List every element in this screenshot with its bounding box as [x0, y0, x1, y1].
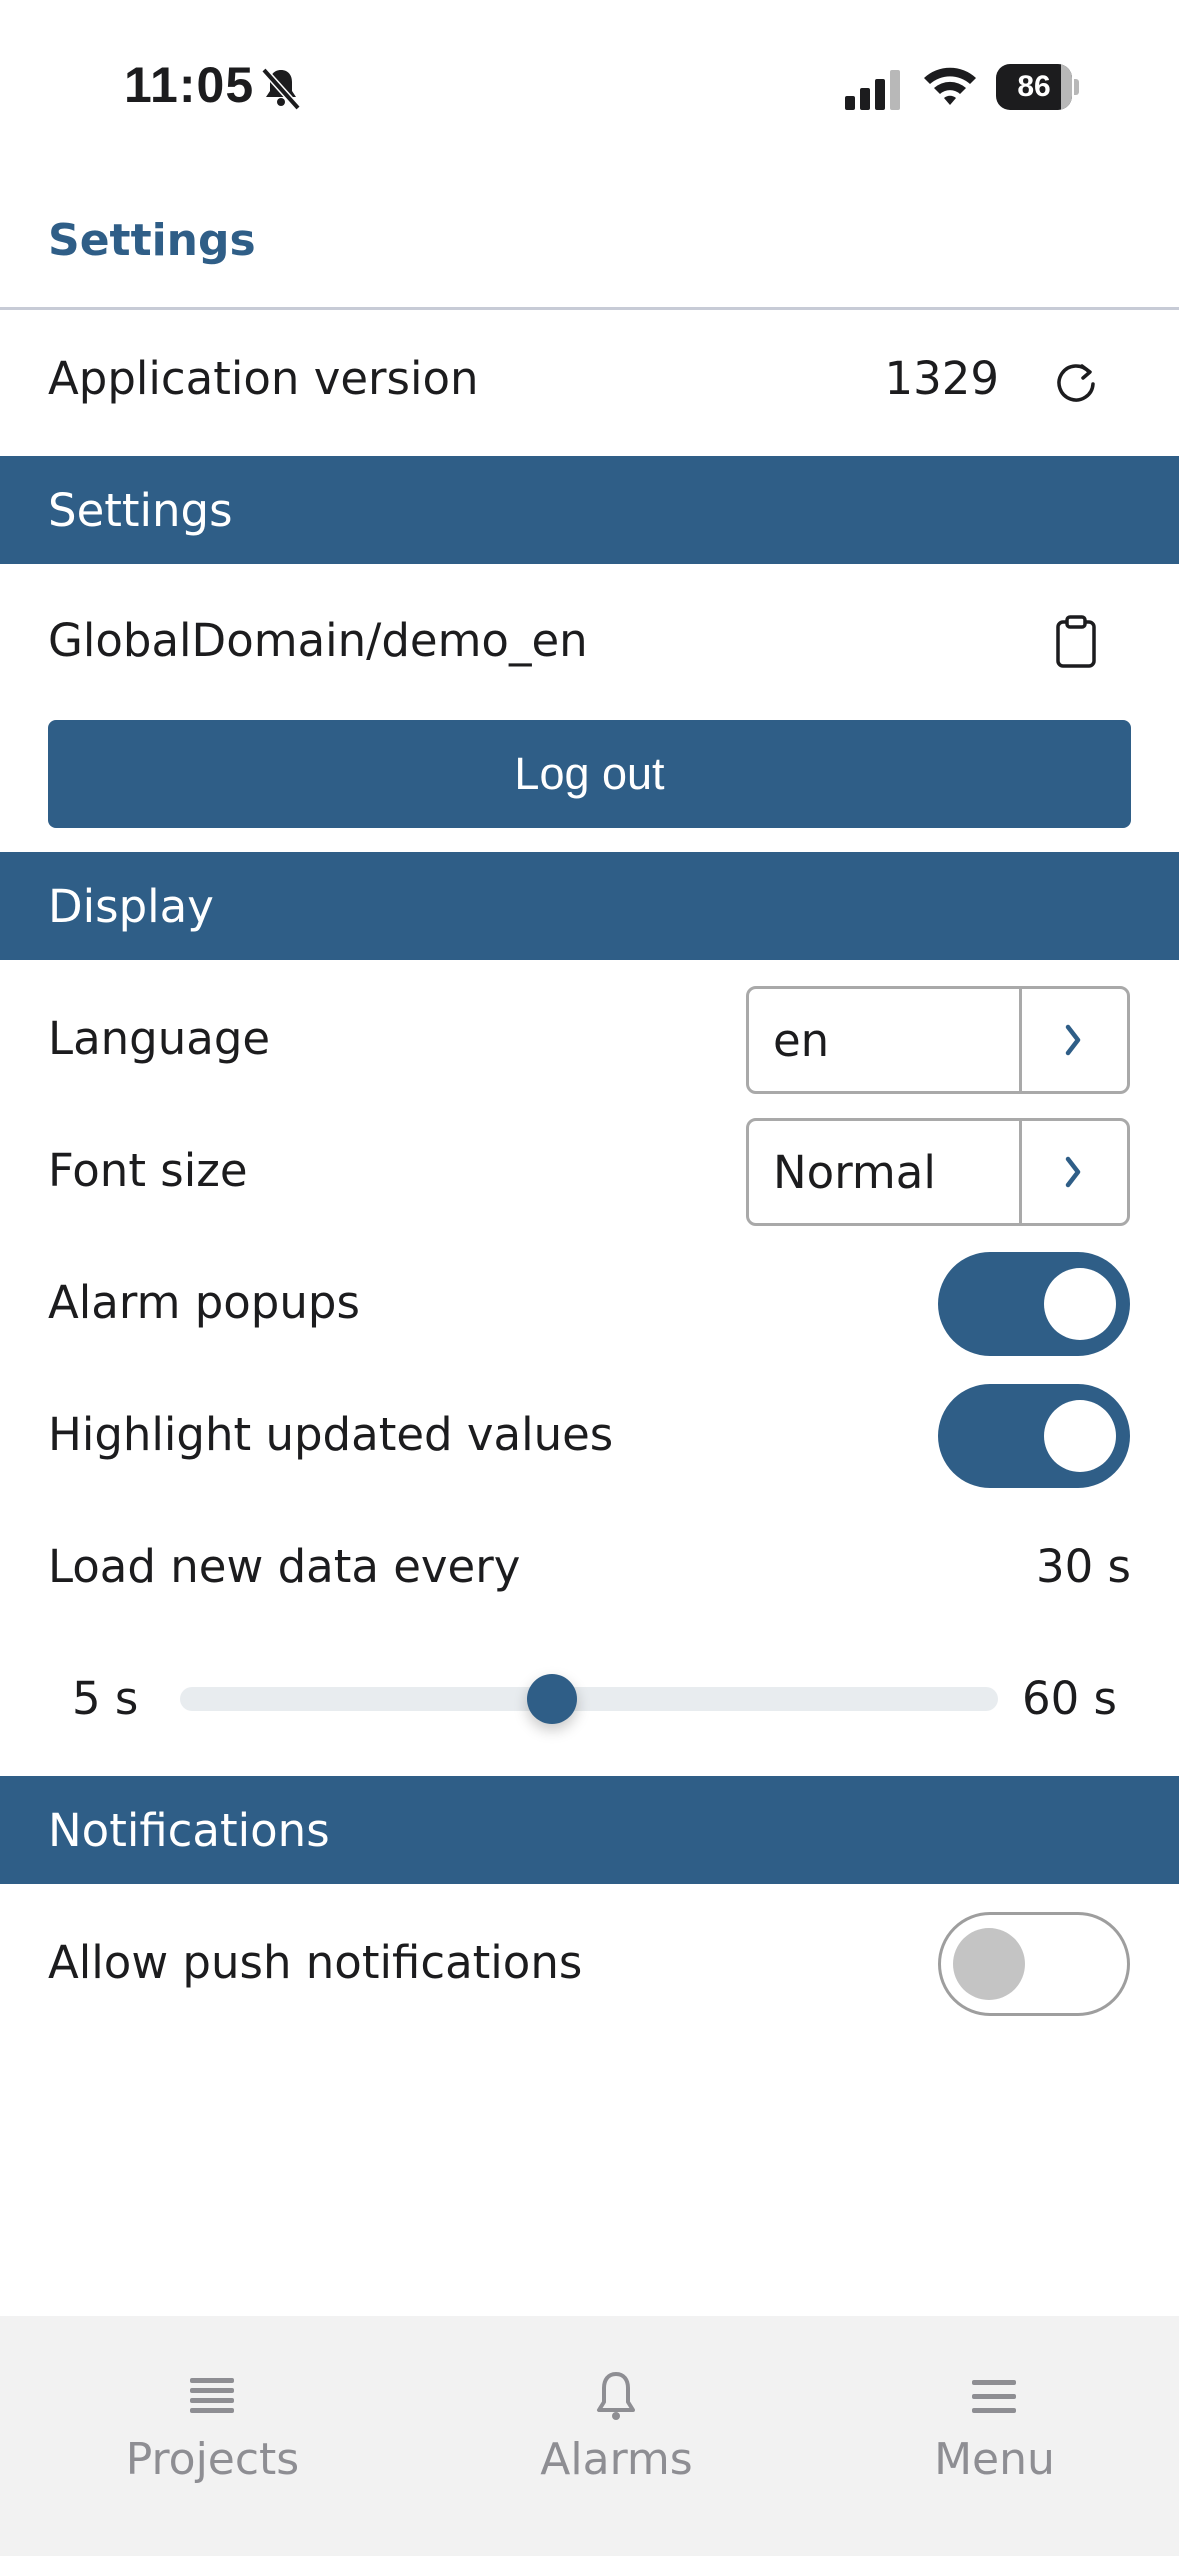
battery-percent: 86: [1017, 70, 1051, 103]
chevron-right-icon[interactable]: [1019, 1121, 1127, 1223]
app-version-label: Application version: [48, 352, 479, 405]
language-select-value: en: [773, 1014, 830, 1067]
font-size-select-value: Normal: [773, 1146, 936, 1199]
toggle-knob: [1044, 1400, 1116, 1472]
tab-label: Alarms: [540, 2434, 693, 2485]
slider-max-label: 60 s: [1021, 1672, 1117, 1725]
font-size-row: Font size Normal: [0, 1092, 1179, 1226]
list-icon: [190, 2378, 234, 2413]
refresh-icon[interactable]: [1046, 354, 1106, 414]
push-notifications-label: Allow push notifications: [48, 1936, 583, 1989]
tab-label: Projects: [125, 2434, 300, 2485]
refresh-interval-label: Load new data every: [48, 1540, 521, 1593]
app-version-row: Application version 1329: [0, 310, 1179, 456]
battery-body: 86: [996, 64, 1072, 110]
bottom-tab-bar: Projects Alarms Menu: [0, 2316, 1179, 2556]
app-version-value: 1329: [884, 352, 999, 405]
refresh-interval-slider-track[interactable]: [180, 1687, 998, 1711]
tab-menu[interactable]: Menu: [798, 2316, 1179, 2516]
section-header-notifications: Notifications: [0, 1776, 1179, 1884]
menu-icon: [972, 2380, 1016, 2413]
highlight-updates-row: Highlight updated values: [0, 1356, 1179, 1488]
account-domain-row: GlobalDomain/demo_en: [0, 564, 1179, 714]
toggle-knob: [1044, 1268, 1116, 1340]
refresh-interval-value: 30 s: [1035, 1540, 1131, 1593]
font-size-select[interactable]: Normal: [746, 1118, 1130, 1226]
highlight-updates-toggle[interactable]: [938, 1384, 1130, 1488]
section-title-notifications: Notifications: [48, 1804, 330, 1857]
logout-button[interactable]: Log out: [48, 720, 1131, 828]
toggle-knob: [953, 1928, 1025, 2000]
chevron-right-icon[interactable]: [1019, 989, 1127, 1091]
language-select[interactable]: en: [746, 986, 1130, 1094]
slider-min-label: 5 s: [72, 1672, 139, 1725]
section-title-display: Display: [48, 880, 214, 933]
page-title: Settings: [48, 215, 256, 266]
battery-tip: [1074, 79, 1079, 95]
status-time: 11:05: [124, 57, 255, 113]
font-size-label: Font size: [48, 1144, 248, 1197]
refresh-interval-slider-thumb[interactable]: [526, 1674, 577, 1724]
alarm-popups-row: Alarm popups: [0, 1224, 1179, 1356]
battery-indicator: 86: [996, 64, 1079, 110]
highlight-updates-label: Highlight updated values: [48, 1408, 614, 1461]
section-header-settings: Settings: [0, 456, 1179, 564]
battery-empty-portion: [1061, 64, 1072, 110]
language-row: Language en: [0, 960, 1179, 1094]
tab-label: Menu: [934, 2434, 1055, 2485]
language-label: Language: [48, 1012, 271, 1065]
clipboard-icon[interactable]: [1046, 612, 1106, 672]
section-title-settings: Settings: [48, 484, 233, 537]
alarm-popups-toggle[interactable]: [938, 1252, 1130, 1356]
alarm-popups-label: Alarm popups: [48, 1276, 360, 1329]
push-notifications-toggle[interactable]: [938, 1912, 1130, 2016]
status-bar: 11:05 86: [0, 0, 1179, 175]
push-notifications-row: Allow push notifications: [0, 1884, 1179, 2040]
refresh-interval-row: Load new data every 30 s: [0, 1488, 1179, 1620]
tab-projects[interactable]: Projects: [16, 2316, 409, 2516]
cellular-signal-icon: [845, 70, 900, 110]
tab-alarms[interactable]: Alarms: [420, 2316, 813, 2516]
bell-muted-icon: [261, 67, 301, 111]
bell-icon: [597, 2372, 635, 2420]
section-header-display: Display: [0, 852, 1179, 960]
account-domain: GlobalDomain/demo_en: [48, 614, 588, 667]
wifi-icon: [924, 67, 976, 105]
